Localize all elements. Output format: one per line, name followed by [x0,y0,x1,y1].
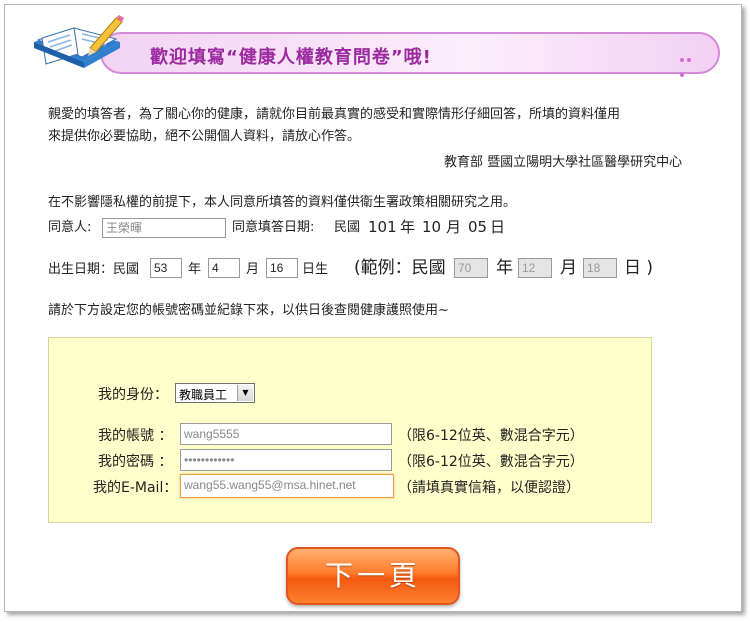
header-banner: 歡迎填寫“健康人權教育問卷”哦! [100,32,720,77]
example-month-unit: 月 [560,258,577,278]
consent-statement: 在不影響隱私權的前提下，本人同意所填答的資料僅供衛生署政策相關研究之用。 [48,195,517,210]
account-hint: （限6-12位英、數混合字元） [398,428,584,444]
consent-date-month-unit: 月 [446,218,462,236]
chevron-down-icon[interactable]: ▼ [237,385,253,401]
birth-label: 出生日期：民國 [48,262,140,277]
consent-date-day: 05 [468,218,488,236]
birth-example-suffix: 日 ) [624,258,654,278]
signer-input[interactable]: 王榮暉 [102,218,226,238]
password-hint: （限6-12位英、數混合字元） [398,454,584,470]
account-label: 我的帳號 ： [98,428,173,444]
example-day-box: 18 [583,258,617,278]
password-label: 我的密碼 ： [98,454,173,470]
example-year-unit: 年 [496,258,513,278]
identity-select[interactable]: 教職員工 ▼ [175,383,255,403]
page-title: 歡迎填寫“健康人權教育問卷”哦! [150,47,432,68]
intro-signature: 教育部 暨國立陽明大學社區醫學研究中心 [444,155,683,170]
consent-date-label: 同意填答日期: [232,220,315,235]
consent-date-day-unit: 日 [490,218,506,236]
example-month-box: 12 [518,258,552,278]
birth-day-input[interactable]: 16 [266,258,298,278]
email-hint: （請填真實信箱，以便認證） [398,480,580,496]
account-instruction: 請於下方設定您的帳號密碼並紀錄下來，以供日後查閱健康護照使用~ [48,303,449,318]
open-book-pencil-icon [34,15,124,68]
password-input[interactable]: •••••••••••• [180,449,392,471]
identity-selected-value: 教職員工 [179,388,228,402]
next-page-button[interactable]: 下一頁 [286,547,460,605]
banner-dots-decoration [680,51,700,77]
account-input[interactable]: wang5555 [180,423,392,445]
intro-line-1: 親愛的填答者，為了關心你的健康，請就你目前最真實的感受和實際情形仔細回答，所填的… [48,107,621,122]
birth-month-input[interactable]: 4 [208,258,240,278]
birth-year-unit: 年 [188,262,202,277]
identity-label: 我的身份： [98,387,168,403]
birth-year-input[interactable]: 53 [150,258,182,278]
email-label: 我的E-Mail： [93,480,178,496]
birth-day-unit: 日生 [302,262,329,277]
birth-example-prefix: (範例：民國 [354,258,446,278]
email-input[interactable]: wang55.wang55@msa.hinet.net [180,474,394,498]
signer-label: 同意人: [48,220,92,235]
example-year-box: 70 [454,258,488,278]
birth-month-unit: 月 [246,262,260,277]
consent-date-month: 10 [422,218,442,236]
consent-date-era: 民國 [334,220,361,235]
intro-line-2: 來提供你必要協助，絕不公開個人資料，請放心作答。 [48,129,361,144]
consent-date-year: 101 [368,218,397,236]
consent-date-year-unit: 年 [400,218,416,236]
